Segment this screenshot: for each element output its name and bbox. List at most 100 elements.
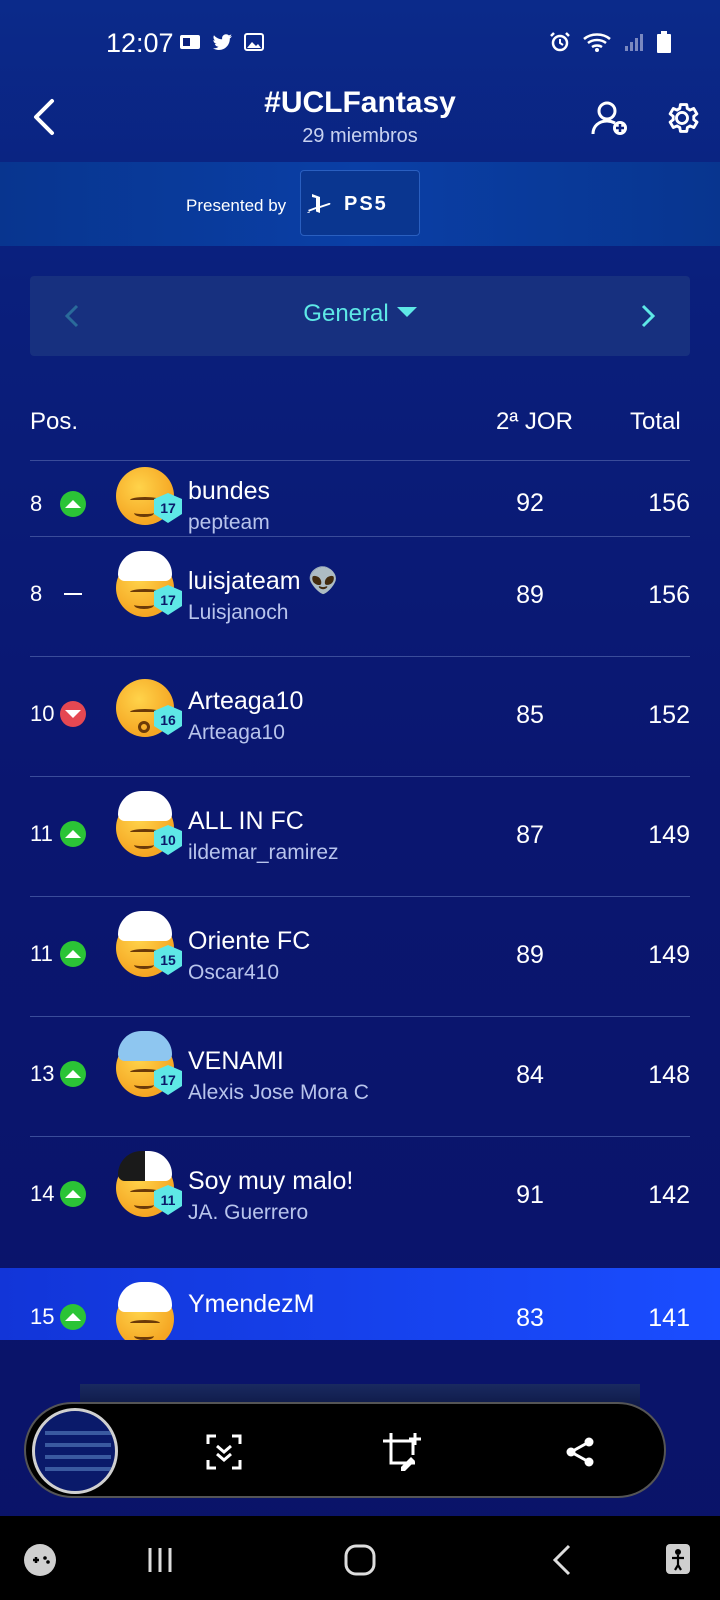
manager-name: Oscar410 bbox=[188, 961, 280, 984]
scroll-capture-button[interactable] bbox=[200, 1428, 248, 1476]
avatar bbox=[116, 1282, 182, 1340]
screenshot-toolbar bbox=[24, 1402, 666, 1498]
team-name: luisjateam 👽 bbox=[188, 567, 339, 595]
gameweek-points: 83 bbox=[516, 1304, 544, 1332]
row-position: 13 bbox=[30, 1061, 55, 1086]
chevron-left-icon bbox=[552, 1544, 571, 1576]
status-system-icons bbox=[548, 30, 672, 54]
thumbnail-preview-icon bbox=[45, 1431, 111, 1471]
row-position: 15 bbox=[30, 1304, 55, 1329]
add-member-button[interactable] bbox=[584, 92, 636, 144]
back-nav-button[interactable] bbox=[538, 1536, 586, 1584]
wifi-icon bbox=[583, 33, 611, 52]
avatar: 10 bbox=[116, 791, 182, 857]
trend-up-icon bbox=[60, 1304, 86, 1330]
table-row-my-team[interactable]: 15 YmendezM 83 141 bbox=[30, 1268, 690, 1340]
gallery-icon bbox=[244, 33, 264, 51]
sponsor-banner[interactable]: Presented by PS5 bbox=[0, 162, 720, 246]
gameweek-points: 85 bbox=[516, 701, 544, 729]
gameweek-label: General bbox=[303, 300, 389, 327]
table-row[interactable]: 11 10 ALL IN FC ildemar_ramirez 87 149 bbox=[30, 776, 690, 896]
total-points: 149 bbox=[648, 821, 690, 849]
team-name: YmendezM bbox=[188, 1290, 315, 1318]
recent-apps-icon bbox=[148, 1548, 172, 1572]
team-name: VENAMI bbox=[188, 1047, 284, 1075]
avatar: 17 bbox=[116, 1031, 182, 1097]
trend-up-icon bbox=[60, 821, 86, 847]
table-row[interactable]: 13 17 VENAMI Alexis Jose Mora C 84 148 bbox=[30, 1016, 690, 1136]
trend-up-icon bbox=[60, 1181, 86, 1207]
crop-edit-icon bbox=[383, 1433, 421, 1471]
total-points: 142 bbox=[648, 1181, 690, 1209]
next-button[interactable] bbox=[628, 294, 668, 338]
trend-same-icon bbox=[60, 581, 86, 607]
header: #UCLFantasy 29 miembros bbox=[0, 80, 720, 162]
total-points: 156 bbox=[648, 581, 690, 609]
gameweek-points: 84 bbox=[516, 1061, 544, 1089]
gameweek-points: 92 bbox=[516, 489, 544, 517]
avatar: 17 bbox=[116, 551, 182, 617]
status-notifications bbox=[178, 30, 266, 54]
row-position: 10 bbox=[30, 701, 55, 726]
column-header-total: Total bbox=[630, 408, 681, 435]
share-button[interactable] bbox=[556, 1428, 604, 1476]
row-position: 8 bbox=[30, 491, 43, 516]
chevron-right-icon bbox=[641, 304, 656, 328]
manager-name: pepteam bbox=[188, 511, 270, 534]
add-user-icon bbox=[591, 101, 627, 135]
avatar: 15 bbox=[116, 911, 182, 977]
app-screen: 12:07 #UCLFantasy 29 miembros Presented … bbox=[0, 0, 720, 1600]
scroll-capture-icon bbox=[206, 1434, 242, 1470]
manager-name: Luisjanoch bbox=[188, 601, 289, 624]
avatar: 16 bbox=[116, 671, 182, 737]
row-position: 14 bbox=[30, 1181, 55, 1206]
home-button[interactable] bbox=[336, 1536, 384, 1584]
total-points: 149 bbox=[648, 941, 690, 969]
row-position: 8 bbox=[30, 581, 43, 606]
status-time: 12:07 bbox=[106, 28, 174, 58]
table-row[interactable]: 11 15 Oriente FC Oscar410 89 149 bbox=[30, 896, 690, 1016]
gameweek-selector: General bbox=[30, 276, 690, 356]
team-name: Oriente FC bbox=[188, 927, 311, 955]
team-name: bundes bbox=[188, 477, 271, 505]
table-row[interactable]: 8 17 luisjateam 👽 Luisjanoch 89 156 bbox=[30, 536, 690, 656]
avatar: 11 bbox=[116, 1151, 182, 1217]
settings-button[interactable] bbox=[656, 92, 708, 144]
trend-up-icon bbox=[60, 491, 86, 517]
gameweek-points: 91 bbox=[516, 1181, 544, 1209]
status-bar: 12:07 bbox=[0, 0, 720, 80]
outlook-icon bbox=[180, 35, 200, 49]
trend-up-icon bbox=[60, 1061, 86, 1087]
manager-name: JA. Guerrero bbox=[188, 1201, 309, 1224]
caret-down-icon bbox=[396, 307, 417, 317]
twitter-icon bbox=[212, 34, 232, 50]
sponsor-label: Presented by bbox=[186, 196, 287, 215]
total-points: 148 bbox=[648, 1061, 690, 1089]
trend-down-icon bbox=[60, 701, 86, 727]
accessibility-icon bbox=[666, 1544, 690, 1574]
team-name: Soy muy malo! bbox=[188, 1167, 354, 1195]
system-navigation-bar bbox=[0, 1516, 720, 1600]
accessibility-button[interactable] bbox=[656, 1536, 704, 1584]
team-name: ALL IN FC bbox=[188, 807, 304, 835]
gameweek-dropdown[interactable]: General bbox=[30, 300, 690, 328]
team-name: Arteaga10 bbox=[188, 687, 304, 715]
gameweek-points: 89 bbox=[516, 581, 544, 609]
column-header-jor: 2ª JOR bbox=[496, 408, 573, 435]
table-row[interactable]: 10 16 Arteaga10 Arteaga10 85 152 bbox=[30, 656, 690, 776]
share-icon bbox=[566, 1437, 594, 1467]
standings-list: 8 17 bundes pepteam 92 156 8 17 luisjate… bbox=[0, 460, 720, 1340]
screenshot-thumbnail[interactable] bbox=[32, 1408, 118, 1494]
game-launcher-button[interactable] bbox=[16, 1536, 64, 1584]
row-position: 11 bbox=[30, 941, 53, 966]
gameweek-points: 87 bbox=[516, 821, 544, 849]
trend-up-icon bbox=[60, 941, 86, 967]
manager-name: ildemar_ramirez bbox=[188, 841, 339, 864]
total-points: 141 bbox=[648, 1304, 690, 1332]
table-row[interactable]: 14 11 Soy muy malo! JA. Guerrero 91 142 bbox=[30, 1136, 690, 1256]
recent-apps-button[interactable] bbox=[136, 1536, 184, 1584]
game-controller-icon bbox=[24, 1544, 56, 1576]
gameweek-points: 89 bbox=[516, 941, 544, 969]
crop-edit-button[interactable] bbox=[378, 1428, 426, 1476]
alarm-icon bbox=[550, 32, 570, 52]
